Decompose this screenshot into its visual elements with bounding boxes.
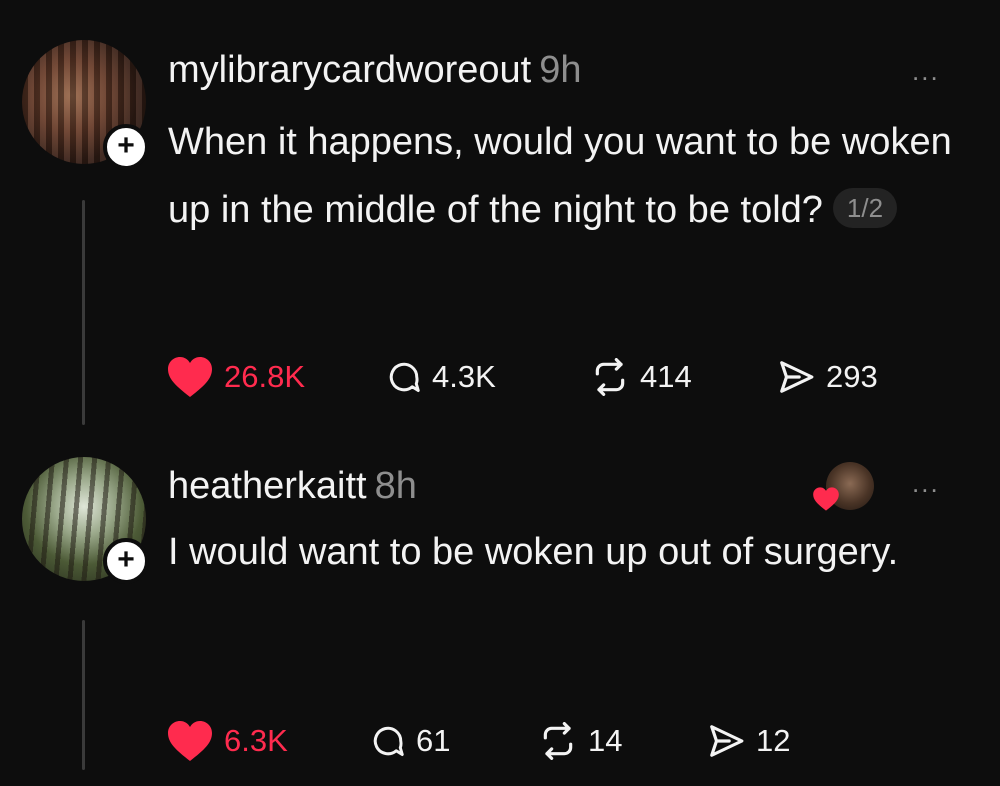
reply-post: + heatherkaitt 8h ... I would want to be … <box>0 440 1000 786</box>
like-button[interactable]: 6.3K <box>166 716 288 766</box>
reply-button[interactable]: 61 <box>370 716 450 766</box>
repost-icon <box>543 722 573 760</box>
post-header: heatherkaitt 8h <box>168 464 417 508</box>
heart-icon <box>168 357 212 397</box>
post-text: I would want to be woken up out of surge… <box>168 531 899 573</box>
share-button[interactable]: 12 <box>706 716 790 766</box>
username[interactable]: heatherkaitt <box>168 465 367 507</box>
post-time: 8h <box>374 465 417 507</box>
like-count: 26.8K <box>224 359 306 394</box>
share-count: 12 <box>756 723 791 758</box>
like-button[interactable]: 26.8K <box>166 352 305 402</box>
thread-counter: 1/2 <box>832 187 898 228</box>
comment-icon <box>373 726 404 756</box>
share-icon <box>710 725 744 757</box>
share-button[interactable]: 293 <box>776 352 878 402</box>
post-header: mylibrarycardworeout 9h <box>168 48 582 92</box>
like-count: 6.3K <box>224 723 288 758</box>
reply-count: 61 <box>416 723 451 758</box>
repost-button[interactable]: 414 <box>590 352 692 402</box>
reply-count: 4.3K <box>432 359 496 394</box>
more-icon[interactable]: ... <box>912 468 940 499</box>
repost-icon <box>595 358 625 396</box>
repost-button[interactable]: 14 <box>538 716 622 766</box>
reply-button[interactable]: 4.3K <box>386 352 496 402</box>
repost-count: 414 <box>640 359 692 394</box>
username[interactable]: mylibrarycardworeout <box>168 49 531 91</box>
share-count: 293 <box>826 359 878 394</box>
follow-plus-icon[interactable]: + <box>103 124 149 170</box>
more-icon[interactable]: ... <box>912 56 940 87</box>
share-icon <box>780 361 814 393</box>
thread-line <box>82 620 85 770</box>
thread-line <box>82 200 85 425</box>
heart-icon <box>813 487 839 511</box>
thread-post: + mylibrarycardworeout 9h ... When it hap… <box>0 0 1000 440</box>
repost-count: 14 <box>588 723 623 758</box>
post-text-block: When it happens, would you want to be wo… <box>168 108 988 244</box>
post-text-block: I would want to be woken up out of surge… <box>168 518 988 586</box>
follow-plus-icon[interactable]: + <box>103 538 149 584</box>
comment-icon <box>389 362 420 392</box>
post-time: 9h <box>539 49 582 91</box>
heart-icon <box>168 721 212 761</box>
